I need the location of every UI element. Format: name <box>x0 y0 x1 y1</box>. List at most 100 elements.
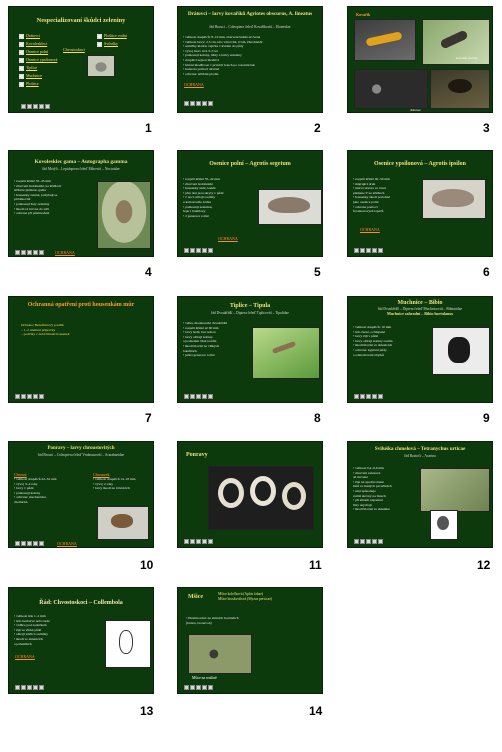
protection-link[interactable]: OCHRANA <box>15 654 35 659</box>
aphid-photo <box>188 634 252 674</box>
bullet-list: • velikost 0,4–0,6 mm • zbarvení zelenavé… <box>353 466 392 512</box>
menu-link[interactable]: Ploštice vodní <box>97 33 127 39</box>
photo-caption: Mšice na rostlině <box>192 676 217 680</box>
protection-link[interactable]: OCHRANA <box>184 82 204 87</box>
slide-number: 14 <box>309 704 323 718</box>
nav-buttons[interactable] <box>354 539 383 544</box>
slide-10[interactable]: Ponravy – larvy chroustovitých řád Brouc… <box>8 441 154 548</box>
slide-title: Ponravy <box>186 452 208 458</box>
slide-3[interactable]: Kovařík kovařík obecný drátovec <box>347 6 493 113</box>
slide-1[interactable]: Nespecializovaní škůdci zeleniny Drátovc… <box>8 6 154 113</box>
slide-subtitle: Mšice kolečková (Aphis fabae) <box>218 592 264 596</box>
slide-title: Tiplice – Tipula <box>229 303 271 309</box>
bullet-list: • velká, dlouhonohá dvoukřídlá • rozpětí … <box>183 321 227 358</box>
photo-caption: drátovec <box>410 108 421 112</box>
grub-shape <box>282 482 306 510</box>
slide-title: Kovolesklec gama – Autographa gamma <box>34 159 128 165</box>
menu-link[interactable]: Chvostoskoci <box>63 47 85 52</box>
protection-link[interactable]: OCHRANA <box>57 541 77 546</box>
slide-subtitle: Muchnice zahradní – Bibio hortulanus <box>386 311 453 316</box>
mite-shape <box>437 516 449 530</box>
slide-title: Ochranná opatření proti housenkám můr <box>27 302 135 308</box>
nav-buttons[interactable] <box>184 539 213 544</box>
slide-title: Řád: Chvostoskoci – Collembola <box>39 600 123 606</box>
slide-13[interactable]: Řád: Chvostoskoci – Collembola • velikos… <box>8 587 154 694</box>
nav-buttons[interactable] <box>15 541 44 546</box>
slide-title: Sviluška chmelová – Tetranychus urticae <box>374 446 466 452</box>
nav-buttons[interactable] <box>21 104 50 109</box>
nav-buttons[interactable] <box>15 394 44 399</box>
springtail-shape <box>119 630 133 654</box>
slide-title: Mšice <box>188 594 203 600</box>
slide-title: Osenice polní – Agrotis segetum <box>209 161 291 167</box>
nav-buttons[interactable] <box>354 394 383 399</box>
slide-6[interactable]: Osenice ypsilonová – Agrotis ipsilon • r… <box>347 150 493 257</box>
menu-link[interactable]: Osenice polní <box>19 49 48 55</box>
slide-number: 8 <box>314 411 321 425</box>
slide-title: Muchnice – Bibio <box>397 300 443 306</box>
nav-buttons[interactable] <box>184 394 213 399</box>
slide-2[interactable]: Drátovci – larvy kovaříků Agriotes obscu… <box>177 6 323 113</box>
slide-title: Ponravy – larvy chroustovitých <box>47 446 115 451</box>
nav-buttons[interactable] <box>15 685 44 690</box>
slide-8[interactable]: Tiplice – Tipula řád Dvoukřídlí – Dipter… <box>177 296 323 403</box>
menu-link[interactable]: Muchnice <box>19 73 42 79</box>
protection-link[interactable]: OCHRANA <box>218 236 238 241</box>
fly-shape <box>448 337 470 363</box>
slide-number: 7 <box>145 411 152 425</box>
beetle-shape <box>448 79 472 93</box>
protection-link[interactable]: OCHRANA <box>360 227 380 232</box>
slide-number: 2 <box>314 121 321 135</box>
slide-number: 10 <box>140 558 154 572</box>
menu-link[interactable]: Ploštice <box>19 81 39 87</box>
bullet-list: • velikost těla 1–2 mm • tělo bezbarvé ne… <box>14 614 50 646</box>
slide-4[interactable]: Kovolesklec gama – Autographa gamma řád … <box>8 150 154 257</box>
nav-buttons[interactable] <box>184 248 213 253</box>
slide-number: 9 <box>483 411 490 425</box>
slide-number: 13 <box>140 704 154 718</box>
menu-link[interactable]: Osenice ypsilonová <box>19 57 57 63</box>
photo-caption: kovařík obecný <box>456 56 478 60</box>
slide-14[interactable]: Mšice Mšice kolečková (Aphis fabae) Mšic… <box>177 587 323 694</box>
grub-shape <box>250 476 276 506</box>
moth-shape <box>432 189 474 207</box>
slide-subtitle: řád Dvoukřídlí – Diptera čeleď Tiplicovi… <box>211 311 289 315</box>
slide-5[interactable]: Osenice polní – Agrotis segetum • rozpět… <box>177 150 323 257</box>
slide-title: Osenice ypsilonová – Agrotis ipsilon <box>374 161 466 167</box>
menu-link[interactable]: Kovoleskleci <box>19 41 47 47</box>
moth-shape <box>268 197 310 213</box>
slide-title: Drátovci – larvy kovaříků Agriotes obscu… <box>187 11 313 17</box>
bullet-list: • rozpětí křídel 35–45 mm • zbarvení šedo… <box>14 179 62 216</box>
slide-7[interactable]: Ochranná opatření proti housenkám můr Oc… <box>8 296 154 403</box>
slide-subtitle: řád Brouci – Coleoptera čeleď Kovaříkovi… <box>209 25 291 29</box>
nav-buttons[interactable] <box>15 250 44 255</box>
slide-number: 5 <box>314 265 321 279</box>
slide-number: 1 <box>145 121 152 135</box>
slide-12[interactable]: Sviluška chmelová – Tetranychus urticae … <box>347 441 493 548</box>
beetle-shape <box>111 514 133 528</box>
moth-photo <box>97 181 151 249</box>
slide-number: 3 <box>483 121 490 135</box>
slide-title: Kovařík <box>356 12 371 17</box>
bullet-list: • Přezimování: na zimních hostitelích (b… <box>186 616 239 625</box>
slide-11[interactable]: Ponravy <box>177 441 323 548</box>
larva-soil-photo <box>354 69 428 109</box>
nav-buttons[interactable] <box>184 685 213 690</box>
menu-link[interactable]: Drátovci <box>19 33 40 39</box>
slide-number: 11 <box>309 558 322 572</box>
slide-title: Nespecializovaní škůdci zeleniny <box>36 17 126 24</box>
leaf-photo <box>420 468 490 512</box>
slide-subtitle: řád Brouci – Coleoptera čeleď Vrubounovi… <box>37 453 125 457</box>
bullet-list: • velikost dospělců 22–32 mm • vývoj 3–4 … <box>14 477 57 504</box>
protection-link[interactable]: OCHRANA <box>55 250 75 255</box>
slide-subtitle: Mšice broskvoňová (Myzus persicae) <box>218 597 272 601</box>
bullet-list: • velikost dospělců: 8–10 mm, zbarvení h… <box>183 35 263 76</box>
beetle-photo <box>87 55 115 77</box>
slide-number: 12 <box>477 558 491 572</box>
nav-buttons[interactable] <box>184 101 213 106</box>
nav-buttons[interactable] <box>354 248 383 253</box>
menu-link[interactable]: Svilušky <box>97 41 118 47</box>
menu-link[interactable]: Tiplice <box>19 65 37 71</box>
slide-9[interactable]: Muchnice – Bibio řád Dvoukřídlí – Dipter… <box>347 296 493 403</box>
bullet-list: • rozpětí křídel 35–42 mm • zbarvení šedo… <box>183 177 224 218</box>
